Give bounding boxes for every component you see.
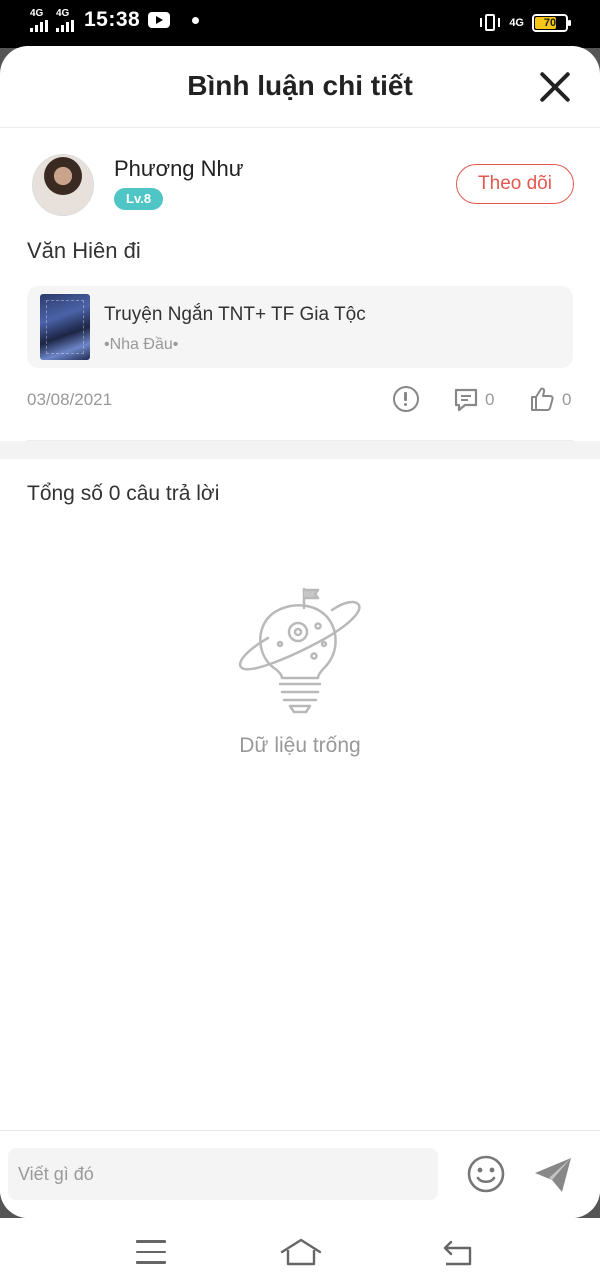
notification-dot-icon — [192, 16, 200, 24]
reply-icon[interactable] — [453, 387, 479, 413]
avatar[interactable] — [32, 154, 94, 216]
menu-icon[interactable] — [136, 1240, 166, 1266]
user-name[interactable]: Phương Như — [114, 156, 244, 182]
page-title: Bình luận chi tiết — [187, 70, 413, 101]
section-separator — [0, 441, 600, 459]
system-nav-bar — [0, 1218, 600, 1287]
clock: 15:38 — [84, 8, 141, 31]
empty-planet-bulb-icon — [238, 587, 361, 714]
sim1-signal: 4G — [30, 7, 48, 32]
book-cover — [40, 294, 90, 360]
reply-count: 0 — [485, 390, 495, 409]
like-icon[interactable] — [529, 386, 555, 412]
comment-text: Văn Hiên đi — [27, 238, 141, 263]
comment-detail-sheet: Bình luận chi tiết Phương Như Lv.8 Theo … — [0, 46, 600, 1218]
comment-author: Phương Như Lv.8 Theo dõi — [32, 154, 574, 216]
vibrate-icon — [479, 12, 501, 34]
follow-button[interactable]: Theo dõi — [456, 164, 574, 204]
sim2-signal: 4G — [56, 7, 74, 32]
send-icon[interactable] — [532, 1155, 574, 1195]
book-card[interactable]: Truyện Ngắn TNT+ TF Gia Tộc •Nha Đầu• — [27, 286, 573, 368]
book-author: •Nha Đầu• — [104, 336, 179, 353]
empty-state-text: Dữ liệu trống — [239, 734, 361, 757]
battery-level: 70 — [543, 17, 557, 29]
close-icon[interactable] — [538, 70, 572, 104]
battery-icon: 70 — [532, 14, 571, 32]
youtube-icon — [148, 12, 171, 28]
home-icon[interactable] — [280, 1236, 322, 1268]
sim1-network-label: 4G — [30, 7, 44, 19]
network-type: 4G — [509, 16, 524, 29]
comment-meta: 03/08/2021 0 0 — [27, 386, 573, 416]
back-icon[interactable] — [440, 1238, 474, 1268]
like-count: 0 — [562, 390, 572, 409]
emoji-icon[interactable] — [466, 1154, 506, 1194]
comment-composer — [0, 1130, 600, 1218]
report-icon[interactable] — [393, 386, 419, 412]
reply-total-label: Tổng số 0 câu trả lời — [27, 482, 220, 505]
comment-date: 03/08/2021 — [27, 390, 113, 409]
level-badge: Lv.8 — [114, 188, 164, 210]
sim2-network-label: 4G — [56, 7, 70, 19]
book-title: Truyện Ngắn TNT+ TF Gia Tộc — [104, 304, 366, 325]
status-bar: 4G 4G 15:38 4G 70 — [0, 0, 600, 48]
sheet-header: Bình luận chi tiết — [0, 46, 600, 128]
comment-input[interactable] — [8, 1148, 438, 1200]
